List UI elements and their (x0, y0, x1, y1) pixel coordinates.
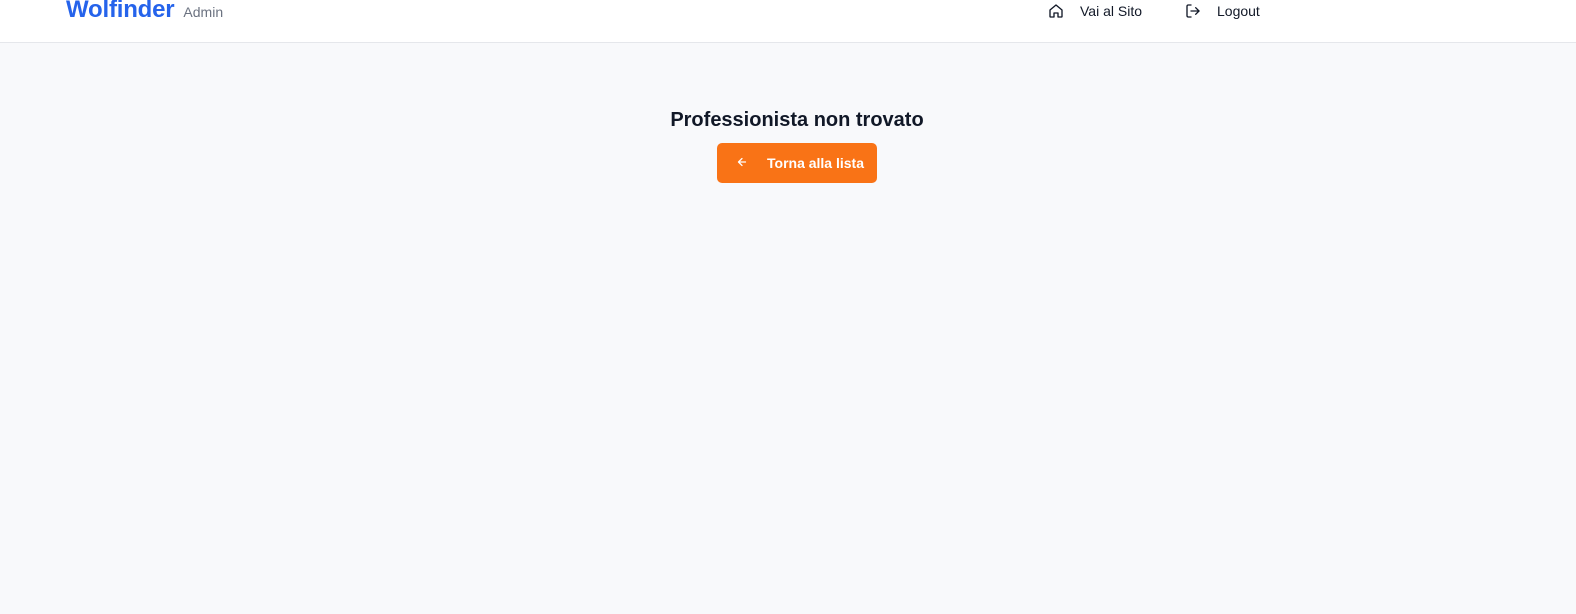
arrow-left-icon (736, 155, 748, 171)
logout-icon (1185, 3, 1201, 19)
brand[interactable]: Wolfinder Admin (66, 0, 223, 24)
nav-site-label[interactable]: Vai al Sito (1080, 3, 1142, 19)
back-button-label: Torna alla lista (767, 155, 864, 171)
nav-logout-label[interactable]: Logout (1217, 3, 1260, 19)
nav-link-site[interactable]: Vai al Sito (1048, 0, 1142, 22)
brand-name[interactable]: Wolfinder (66, 0, 175, 24)
home-icon (1048, 3, 1064, 19)
top-header: Wolfinder Admin Vai al Sito Logout (0, 0, 1576, 43)
main-content: Professionista non trovato Torna alla li… (0, 43, 1576, 614)
page-title: Professionista non trovato (670, 109, 924, 131)
brand-subtitle: Admin (183, 4, 224, 20)
back-to-list-button[interactable]: Torna alla lista (717, 143, 877, 183)
nav-link-logout[interactable]: Logout (1185, 0, 1260, 22)
